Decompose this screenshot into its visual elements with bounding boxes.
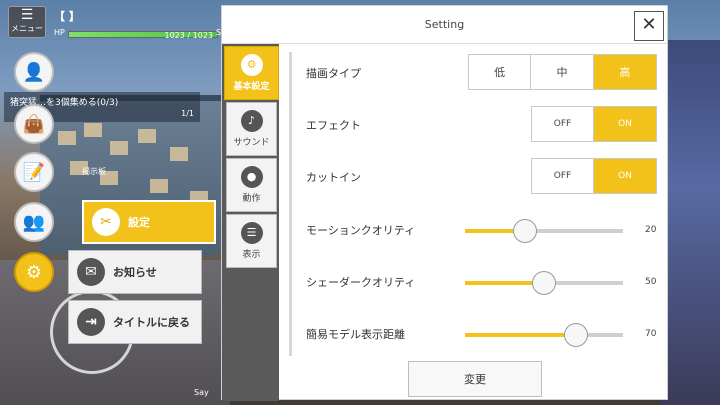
apply-change-button[interactable]: 変更 — [408, 361, 542, 397]
tab-display[interactable]: ☰ 表示 — [226, 214, 277, 268]
effect-off[interactable]: OFF — [532, 107, 595, 141]
draw-type-selector: 低 中 高 — [468, 54, 657, 90]
tab-label: 基本設定 — [233, 82, 270, 92]
draw-type-high[interactable]: 高 — [593, 55, 657, 89]
hp-value: 1023 / 1023 — [164, 31, 214, 40]
player-name: 【 】 — [54, 10, 80, 23]
motion-quality-value: 20 — [645, 225, 657, 235]
person-icon: ● — [240, 166, 263, 188]
menu-label: メニュー — [11, 24, 43, 33]
gear-icon: ⚙ — [25, 261, 43, 283]
tab-label: 表示 — [242, 250, 261, 260]
settings-menu-button[interactable]: ⚙ — [14, 252, 54, 292]
submenu-back-to-title-label: タイトルに戻る — [113, 316, 190, 329]
user-icon: 👤 — [22, 61, 46, 83]
submenu-news-label: お知らせ — [113, 266, 157, 279]
model-distance-value: 70 — [645, 329, 657, 339]
tab-sound[interactable]: ♪ サウンド — [226, 102, 277, 156]
draw-type-label: 描画タイプ — [306, 67, 361, 80]
effect-label: エフェクト — [306, 119, 361, 132]
speaker-icon: ♪ — [240, 110, 263, 132]
right-scenery — [660, 40, 720, 405]
settings-dialog: Setting ✕ ⚙ 基本設定 ♪ サウンド ● 動作 ☰ 表示 描画タイプ … — [221, 5, 669, 401]
submenu-settings[interactable]: ✂ 設定 — [82, 200, 216, 244]
model-distance-slider[interactable] — [465, 323, 623, 347]
cut-in-label: カットイン — [306, 171, 361, 184]
tab-action[interactable]: ● 動作 — [226, 158, 277, 212]
hp-label: HP — [54, 28, 65, 37]
bag-icon: 👜 — [22, 113, 46, 135]
hp-bar: 1023 / 1023 — [68, 31, 218, 40]
friends-icon: 👥 — [22, 211, 46, 233]
submenu-back-to-title[interactable]: ⇥ タイトルに戻る — [68, 300, 202, 344]
profile-button[interactable]: 👤 — [14, 52, 54, 92]
shader-quality-label: シェーダークオリティ — [306, 276, 416, 289]
exit-icon: ⇥ — [77, 308, 105, 336]
motion-quality-label: モーションクオリティ — [306, 224, 416, 237]
tab-label: 動作 — [242, 194, 261, 204]
submenu-news[interactable]: ✉ お知らせ — [68, 250, 202, 294]
friends-button[interactable]: 👥 — [14, 202, 54, 242]
gear-icon: ⚙ — [240, 54, 263, 76]
slider-fill — [465, 333, 576, 337]
draw-type-mid[interactable]: 中 — [531, 55, 594, 89]
slider-thumb[interactable] — [513, 219, 538, 243]
tab-label: サウンド — [233, 138, 270, 148]
scrollbar[interactable] — [289, 52, 292, 356]
close-button[interactable]: ✕ — [634, 11, 664, 41]
bulletin-board-label: 掲示板 — [82, 167, 106, 176]
display-icon: ☰ — [240, 222, 263, 244]
cut-in-toggle: OFF ON — [531, 158, 657, 194]
tab-column: ⚙ 基本設定 ♪ サウンド ● 動作 ☰ 表示 — [222, 44, 279, 401]
shader-quality-value: 50 — [645, 277, 657, 287]
submenu-settings-label: 設定 — [128, 216, 150, 229]
model-distance-label: 簡易モデル表示距離 — [306, 328, 405, 341]
menu-button[interactable]: ☰ メニュー — [8, 6, 46, 38]
chat-say-label: Say — [194, 388, 209, 397]
note-icon: 📝 — [22, 161, 46, 183]
bag-button[interactable]: 👜 — [14, 104, 54, 144]
hamburger-icon: ☰ — [20, 7, 34, 23]
motion-quality-slider[interactable] — [465, 219, 623, 243]
mail-icon: ✉ — [77, 258, 105, 286]
cut-in-off[interactable]: OFF — [532, 159, 595, 193]
draw-type-low[interactable]: 低 — [469, 55, 532, 89]
slider-thumb[interactable] — [563, 323, 588, 347]
tab-basic-settings[interactable]: ⚙ 基本設定 — [224, 46, 279, 100]
effect-toggle: OFF ON — [531, 106, 657, 142]
settings-content: 描画タイプ 低 中 高 エフェクト OFF ON カットイン OFF ON モー… — [279, 44, 669, 401]
dialog-title: Setting — [222, 6, 667, 44]
cut-in-on[interactable]: ON — [594, 159, 656, 193]
effect-on[interactable]: ON — [594, 107, 656, 141]
slider-thumb[interactable] — [532, 271, 556, 295]
tools-icon: ✂ — [92, 208, 120, 236]
shader-quality-slider[interactable] — [465, 271, 623, 295]
quest-count: 1/1 — [181, 109, 194, 118]
notes-button[interactable]: 📝 — [14, 152, 54, 192]
hp-gauge: HP 1023 / 1023 — [54, 28, 220, 40]
